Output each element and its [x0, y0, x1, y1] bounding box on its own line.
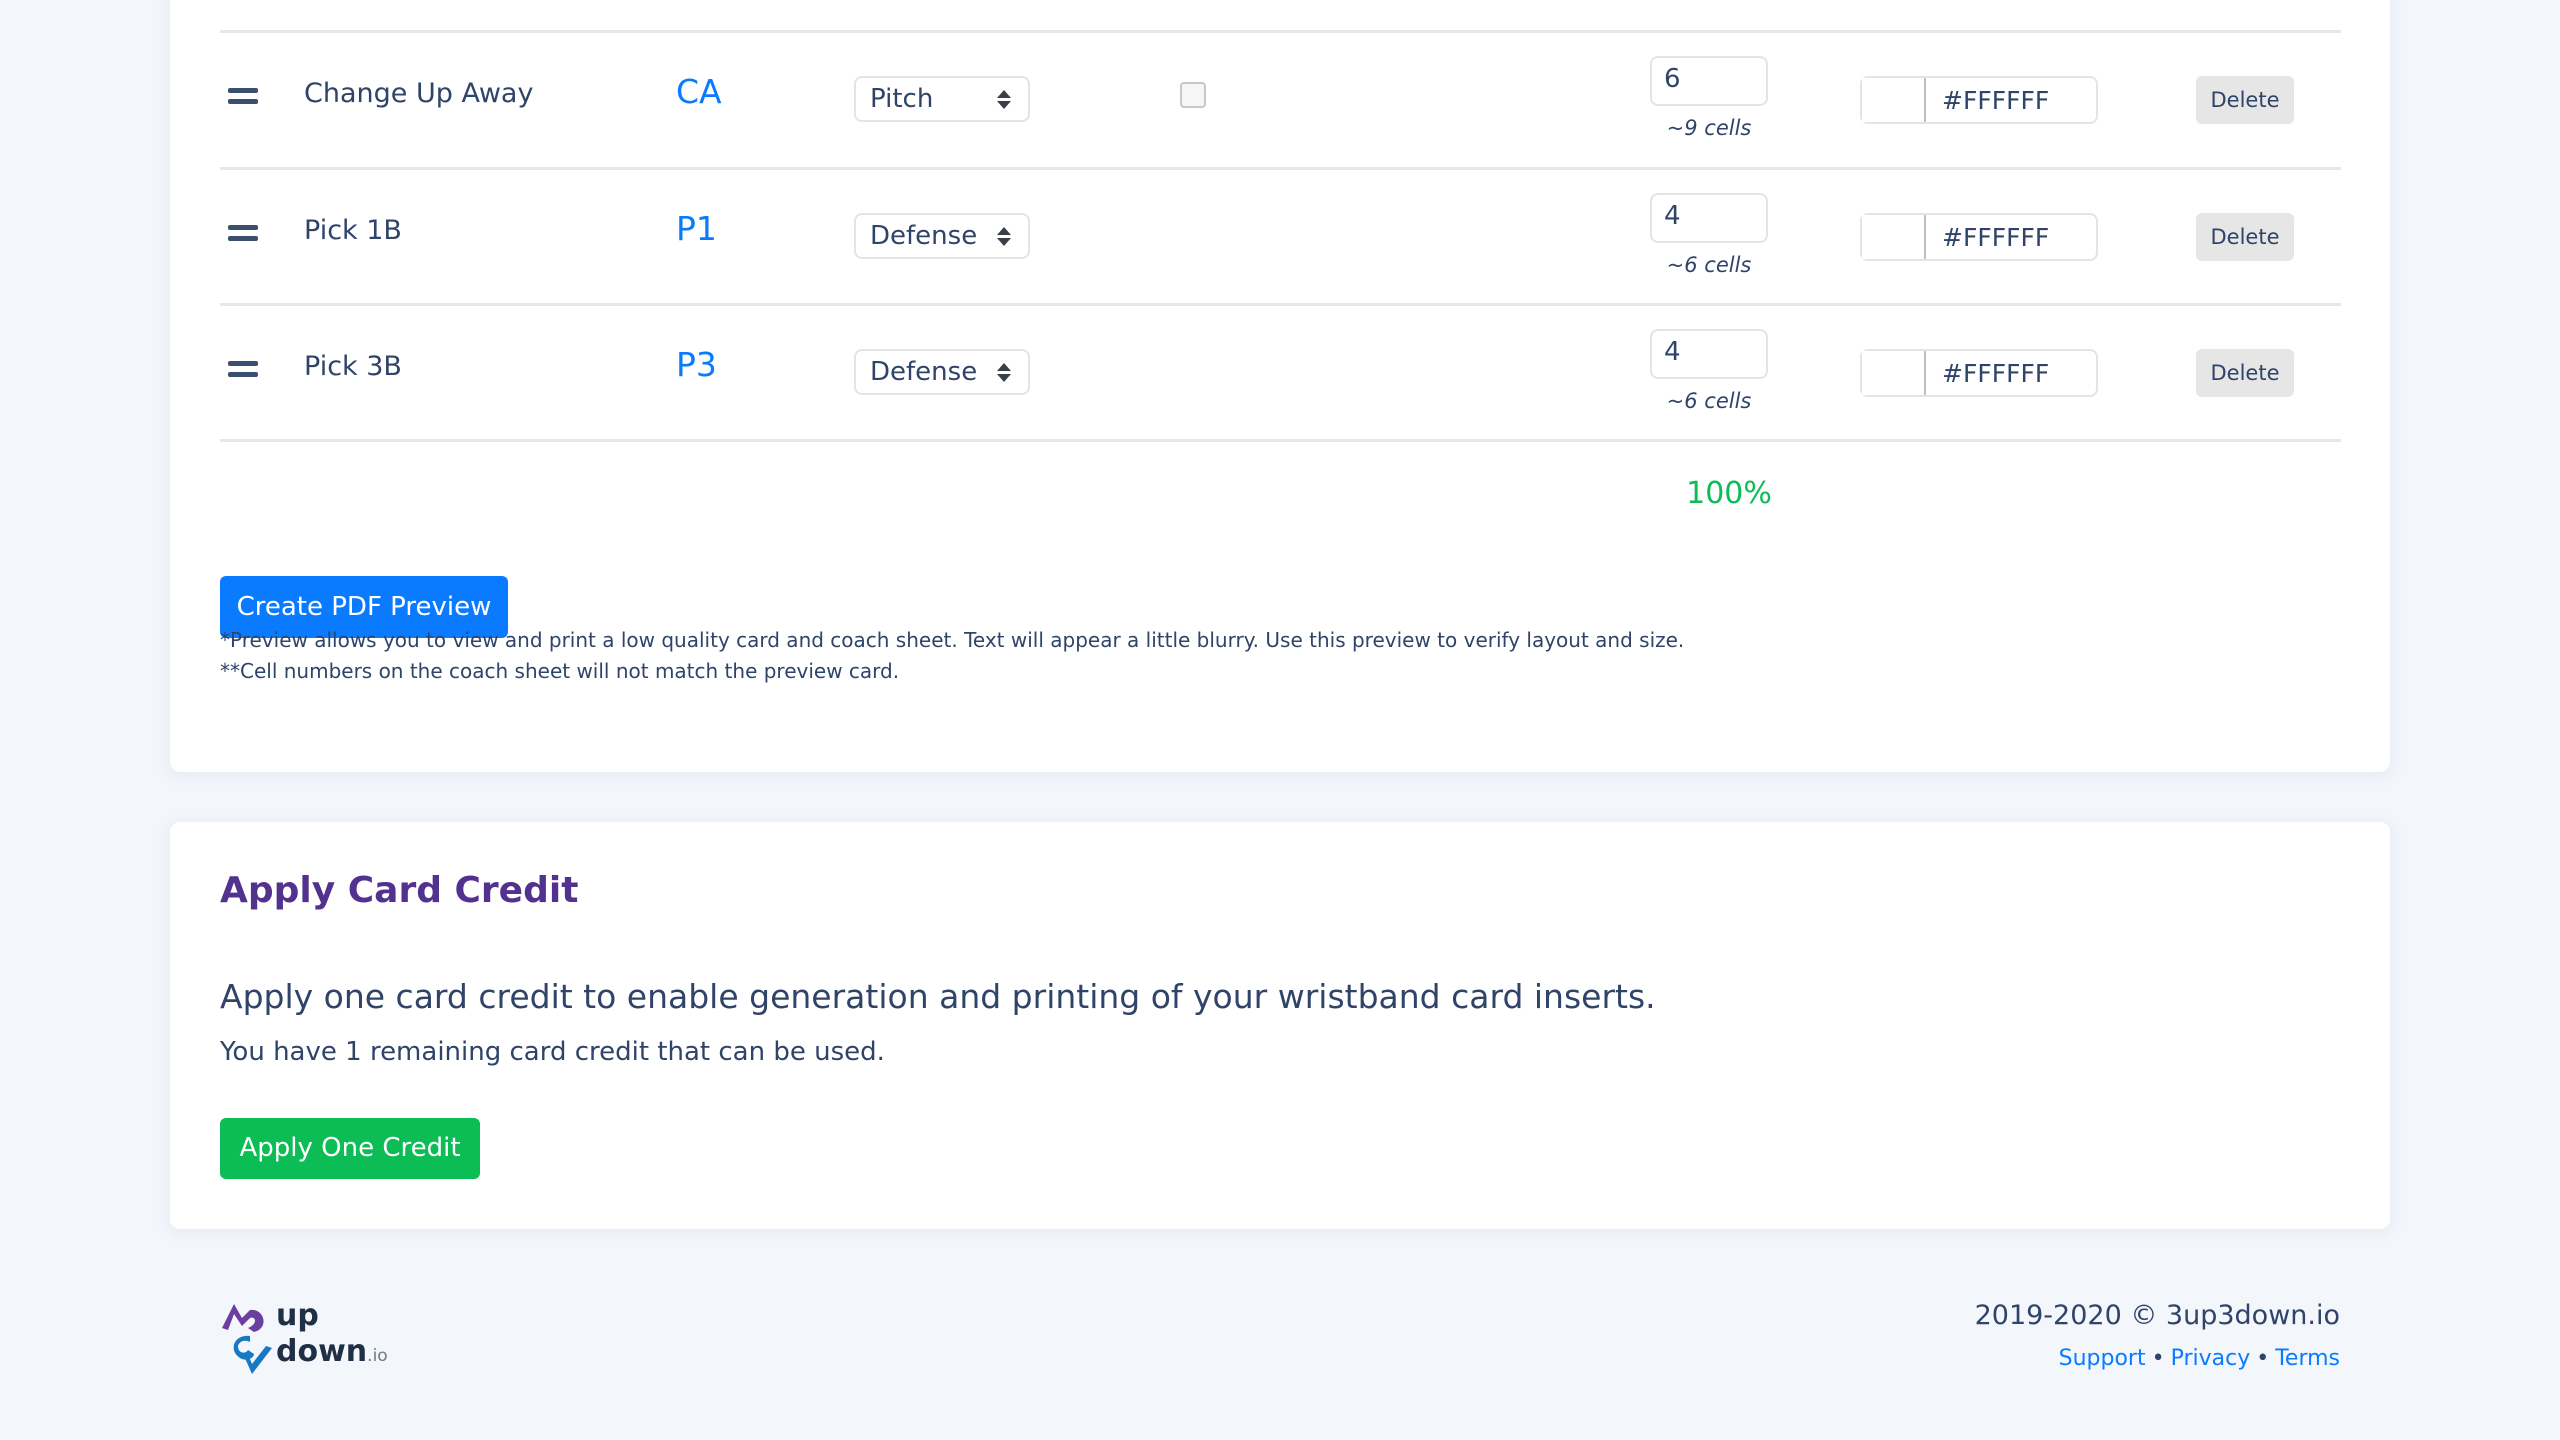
cells-estimate: ~6 cells [1666, 389, 1752, 413]
category-select[interactable]: Pitch [854, 76, 1030, 122]
size-input[interactable]: 4 [1650, 193, 1768, 243]
color-swatch[interactable] [1862, 78, 1926, 122]
category-select[interactable]: Defense [854, 349, 1030, 395]
color-swatch[interactable] [1862, 215, 1926, 259]
size-input[interactable]: 4 [1650, 329, 1768, 379]
sign-label: Pick 3B [304, 351, 402, 382]
category-select[interactable]: Defense [854, 213, 1030, 259]
delete-button[interactable]: Delete [2196, 213, 2294, 261]
drag-handle-icon[interactable] [228, 225, 258, 245]
sign-checkbox[interactable] [1180, 82, 1206, 108]
signs-card: Change Up Away CA Pitch 6 ~9 cells #FFFF… [170, 0, 2390, 772]
sign-row: Change Up Away CA Pitch 6 ~9 cells #FFFF… [170, 32, 2390, 168]
copyright: 2019-2020 © 3up3down.io [1974, 1300, 2340, 1331]
section-title: Apply Card Credit [220, 870, 579, 911]
sign-row: Pick 1B P1 Defense 4 ~6 cells #FFFFFF De… [170, 169, 2390, 305]
sign-code: P3 [676, 345, 717, 384]
footer-links: Support • Privacy • Terms [2059, 1346, 2340, 1371]
drag-handle-icon[interactable] [228, 88, 258, 108]
color-swatch[interactable] [1862, 351, 1926, 395]
category-value: Defense [870, 221, 978, 251]
sign-code: CA [676, 72, 722, 111]
support-link[interactable]: Support [2059, 1346, 2146, 1371]
credit-lead-text: Apply one card credit to enable generati… [220, 977, 1656, 1016]
terms-link[interactable]: Terms [2275, 1346, 2340, 1371]
category-value: Defense [870, 357, 978, 387]
sign-code: P1 [676, 209, 717, 248]
color-hex-input[interactable]: #FFFFFF [1942, 86, 2049, 115]
sign-label: Pick 1B [304, 215, 402, 246]
separator-dot: • [2151, 1346, 2165, 1371]
select-arrows-icon [997, 90, 1011, 110]
cells-estimate: ~6 cells [1666, 253, 1752, 277]
row-divider [220, 439, 2341, 442]
logo[interactable]: up down.io [220, 1298, 420, 1382]
select-arrows-icon [997, 363, 1011, 383]
logo-text: down.io [276, 1334, 388, 1369]
cell-numbers-note: **Cell numbers on the coach sheet will n… [220, 659, 900, 683]
color-picker-group: #FFFFFF [1860, 213, 2098, 261]
privacy-link[interactable]: Privacy [2171, 1346, 2251, 1371]
color-hex-input[interactable]: #FFFFFF [1942, 359, 2049, 388]
logo-mark-icon [222, 1304, 272, 1374]
color-hex-input[interactable]: #FFFFFF [1942, 223, 2049, 252]
logo-text-io: .io [367, 1346, 388, 1366]
apply-credit-card: Apply Card Credit Apply one card credit … [170, 822, 2390, 1229]
select-arrows-icon [997, 227, 1011, 247]
color-picker-group: #FFFFFF [1860, 349, 2098, 397]
remaining-credits-text: You have 1 remaining card credit that ca… [220, 1037, 885, 1067]
drag-handle-icon[interactable] [228, 361, 258, 381]
separator-dot: • [2256, 1346, 2270, 1371]
logo-text: up [276, 1298, 319, 1333]
apply-one-credit-button[interactable]: Apply One Credit [220, 1118, 480, 1179]
preview-note: *Preview allows you to view and print a … [220, 628, 1685, 652]
total-percent: 100% [1686, 476, 1772, 511]
cells-estimate: ~9 cells [1666, 116, 1752, 140]
delete-button[interactable]: Delete [2196, 349, 2294, 397]
delete-button[interactable]: Delete [2196, 76, 2294, 124]
category-value: Pitch [870, 84, 934, 114]
sign-label: Change Up Away [304, 78, 534, 109]
sign-row: Pick 3B P3 Defense 4 ~6 cells #FFFFFF De… [170, 305, 2390, 441]
logo-text-down: down [276, 1334, 368, 1369]
color-picker-group: #FFFFFF [1860, 76, 2098, 124]
size-input[interactable]: 6 [1650, 56, 1768, 106]
